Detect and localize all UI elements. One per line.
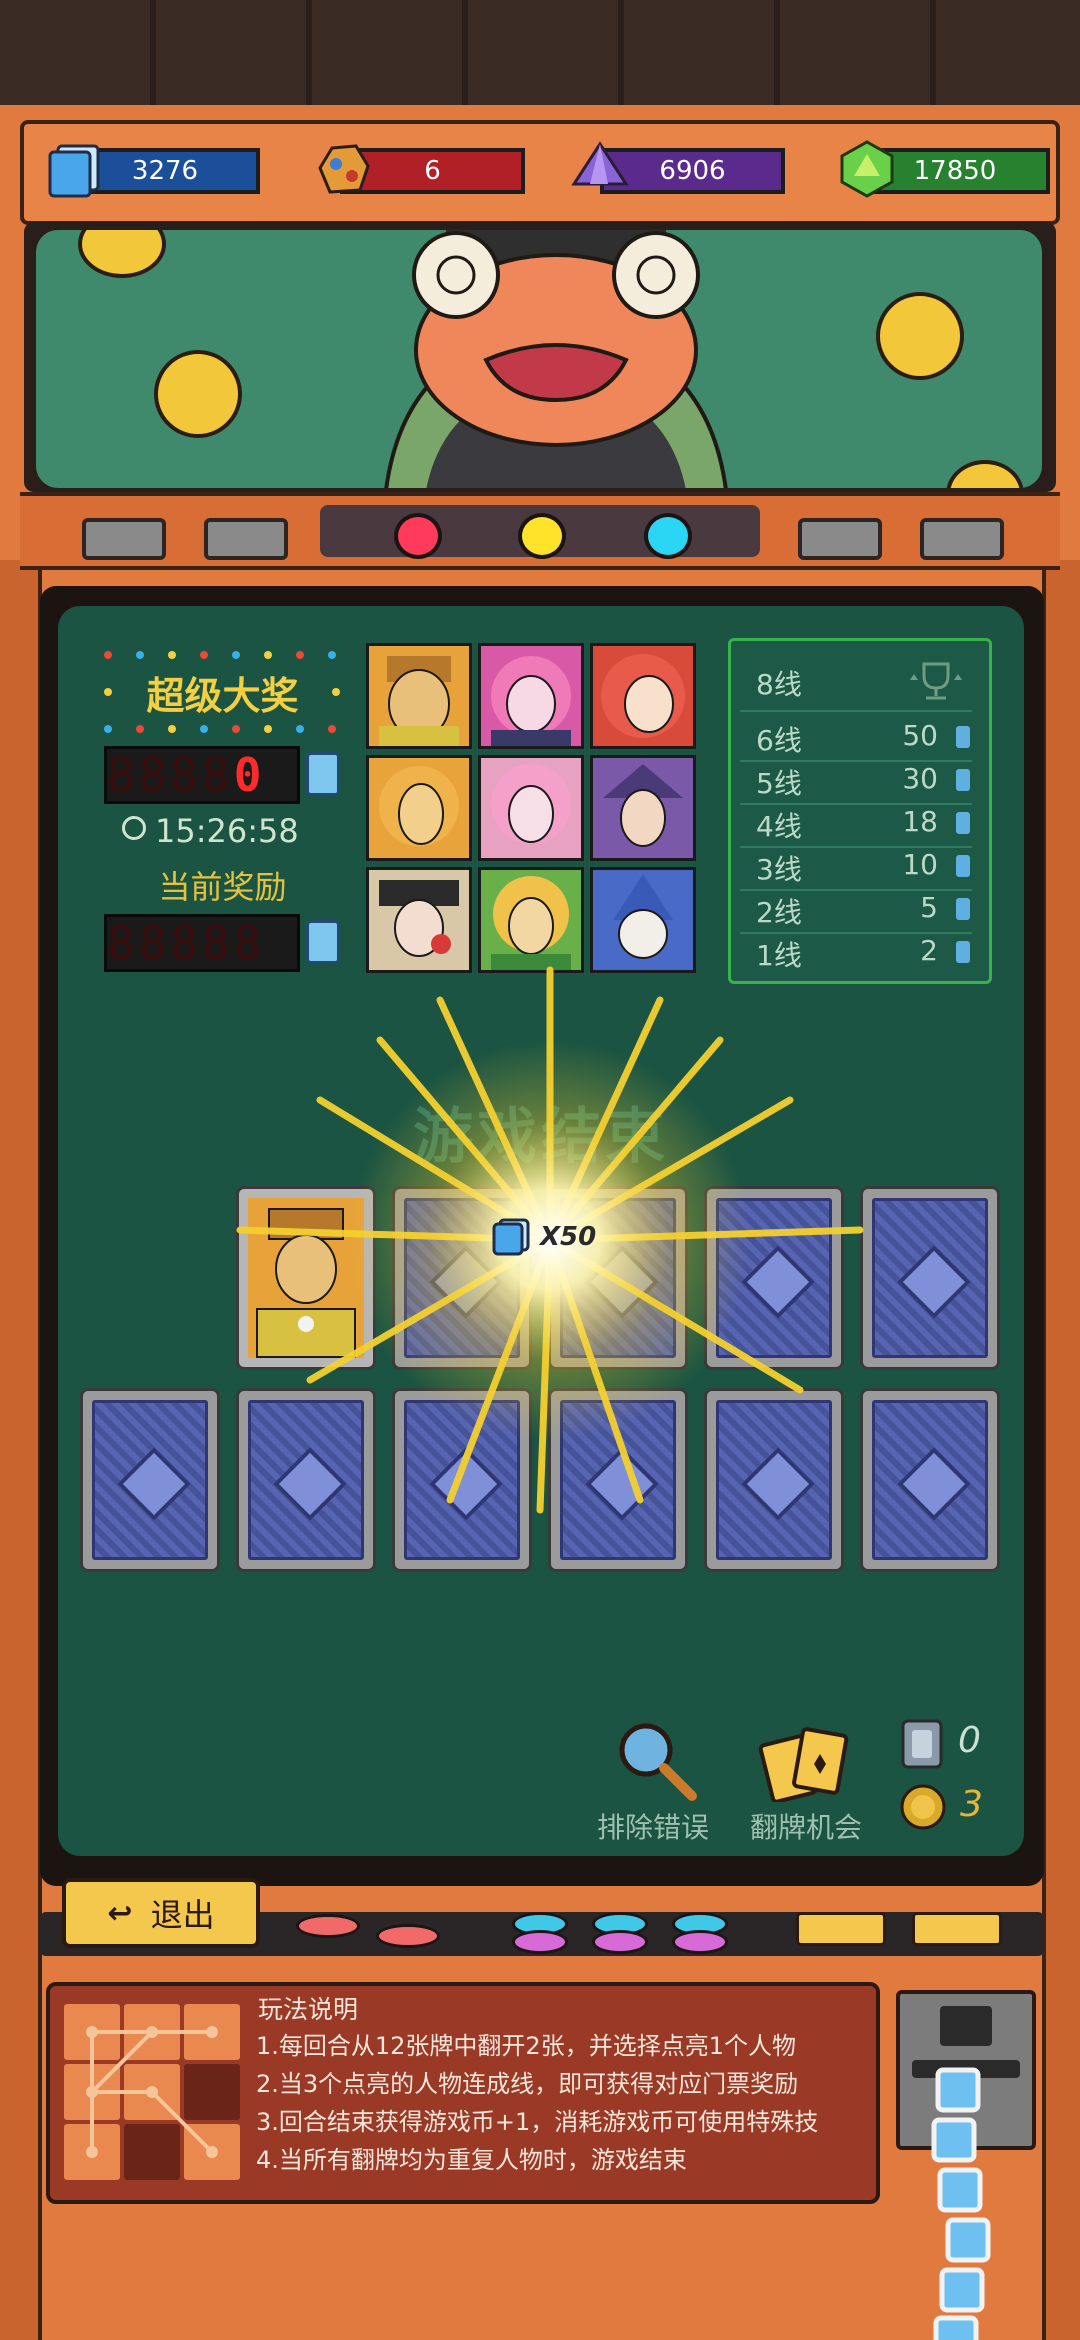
host-screen [36,230,1042,488]
payout-row-5: 5线 30 [742,762,972,802]
remove-error-label[interactable]: 排除错误 [597,1806,709,1846]
panel-slot [920,518,1004,560]
payout-label: 3线 [756,853,802,886]
coin-icon [154,350,242,438]
panel-slot [204,518,288,560]
magnifier-icon[interactable] [612,1718,702,1802]
exit-button[interactable]: ↩ 退出 [62,1878,260,1948]
character-portrait[interactable] [366,755,472,861]
instruction-line: 4.当所有翻牌均为重复人物时，游戏结束 [256,2146,687,2174]
ticket-icon [306,920,340,964]
character-portrait[interactable] [478,867,584,973]
red-light [394,513,442,559]
current-reward-label: 当前奖励 [158,868,287,906]
card-back[interactable] [860,1186,1000,1370]
line-pattern-icon [64,2004,240,2180]
payout-value: 18 [902,805,938,838]
character-portrait[interactable] [590,643,696,749]
payout-value: 10 [902,848,938,881]
character-portrait[interactable] [366,643,472,749]
purple-crystal-icon [568,138,630,200]
panel-slot [82,518,166,560]
ticket-count: 3276 [131,156,199,186]
character-portrait[interactable] [590,755,696,861]
ticket-strip [931,2067,991,2340]
payout-label: 2线 [756,896,802,929]
character-portrait[interactable] [478,755,584,861]
instructions-title: 玩法说明 [258,1995,359,2024]
ticket-icon [492,1218,530,1256]
payout-value: 5 [920,891,938,924]
red-button[interactable] [376,1924,440,1948]
led-lit-digit: 0 [233,748,266,802]
payout-divider [740,710,972,712]
ore-count: 6 [424,156,441,186]
countdown-timer: 15:26:58 [155,812,299,850]
jackpot-title: 超级大奖 [146,674,299,718]
character-grid [366,643,700,975]
clock-icon [122,816,146,840]
crystal-count: 6906 [659,156,726,186]
led-unlit-digits: 8888 [107,748,234,802]
character-portrait[interactable] [366,867,472,973]
coin-count: 3 [960,1784,983,1825]
coin-icon [78,230,166,278]
cabinet-right-edge [1042,560,1080,2340]
jackpot-led-display: 8888 0 [104,746,300,804]
payout-row-4: 4线 18 [742,805,972,845]
yellow-button[interactable] [912,1912,1002,1946]
ticket-card-count: 0 [958,1720,981,1761]
emerald-count: 17850 [913,156,997,186]
wooden-ceiling [0,0,1080,110]
pink-button[interactable] [672,1930,728,1954]
ticket-card-icon [901,1719,943,1769]
card-back[interactable] [80,1388,220,1572]
reward-multiplier: X50 [540,1222,597,1252]
character-portrait[interactable] [478,643,584,749]
payout-value: 30 [902,762,938,795]
payout-label: 5线 [756,767,802,800]
coin-icon [946,460,1024,488]
pink-button[interactable] [592,1930,648,1954]
ticket-icon [956,941,970,963]
payout-label: 4线 [756,810,802,843]
yellow-light [518,513,566,559]
cabinet-left-edge [0,560,42,2340]
card-back[interactable] [860,1388,1000,1572]
character-portrait[interactable] [590,867,696,973]
payout-label: 8线 [756,668,802,701]
cards-icon[interactable] [758,1718,854,1802]
instruction-line: 1.每回合从12张牌中翻开2张，并选择点亮1个人物 [256,2032,796,2060]
coin-icon [900,1784,946,1830]
frog-host-character [384,230,728,488]
ticket-icon [956,898,970,920]
green-gem-icon [836,138,898,200]
ticket-icon [956,726,970,748]
coin-icon [876,292,964,380]
exit-label: 退出 [150,1896,215,1934]
ticket-icon [44,138,106,200]
panel-slot [798,518,882,560]
payout-row-3: 3线 10 [742,848,972,888]
instruction-line: 3.回合结束获得游戏币+1，消耗游戏币可使用特殊技 [256,2108,819,2136]
back-arrow-icon: ↩ [107,1895,133,1931]
ticket-icon [956,769,970,791]
trophy-icon [910,662,962,700]
cyan-light [644,513,692,559]
red-button[interactable] [296,1914,360,1938]
ticket-icon [956,855,970,877]
ticket-icon [956,812,970,834]
payout-row-6: 6线 50 [742,719,972,759]
yellow-button[interactable] [796,1912,886,1946]
ticket-icon [306,752,340,796]
instruction-line: 2.当3个点亮的人物连成线，即可获得对应门票奖励 [256,2070,799,2098]
payout-value: 50 [902,719,938,752]
payout-row-2: 2线 5 [742,891,972,931]
pink-button[interactable] [512,1930,568,1954]
payout-value: 2 [920,934,938,967]
ore-icon [312,138,374,200]
payout-label: 6线 [756,724,802,757]
flip-chance-label[interactable]: 翻牌机会 [750,1806,862,1846]
